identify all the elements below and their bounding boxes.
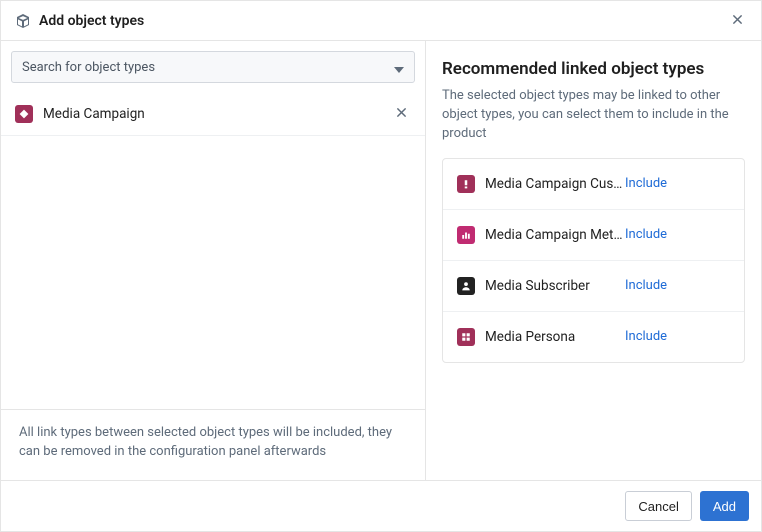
dialog-title: Add object types bbox=[39, 13, 728, 29]
search-wrap: Search for object types bbox=[1, 41, 425, 93]
include-button[interactable]: Include bbox=[625, 227, 667, 242]
right-panel: Recommended linked object types The sele… bbox=[426, 41, 761, 480]
recommended-name: Media Campaign Metrics bbox=[485, 227, 625, 243]
grid-icon bbox=[457, 328, 475, 346]
include-button[interactable]: Include bbox=[625, 176, 667, 191]
cube-icon bbox=[15, 13, 31, 29]
recommended-name: Media Subscriber bbox=[485, 278, 625, 294]
dialog-footer: Cancel Add bbox=[1, 480, 761, 531]
recommended-row: Media SubscriberInclude bbox=[443, 261, 744, 312]
recommended-name: Media Campaign Customer Group bbox=[485, 176, 625, 192]
recommended-row: Media Campaign Customer GroupInclude bbox=[443, 159, 744, 210]
footnote-text: All link types between selected object t… bbox=[1, 409, 425, 480]
dialog-header: Add object types bbox=[1, 1, 761, 41]
cancel-button[interactable]: Cancel bbox=[625, 491, 691, 521]
left-panel: Search for object types Media Campaign A… bbox=[1, 41, 426, 480]
add-button[interactable]: Add bbox=[700, 491, 749, 521]
recommended-list: Media Campaign Customer GroupIncludeMedi… bbox=[442, 158, 745, 363]
add-object-types-dialog: Add object types Search for object types… bbox=[0, 0, 762, 532]
recommended-subtitle: The selected object types may be linked … bbox=[442, 87, 745, 144]
remove-button[interactable] bbox=[392, 103, 411, 125]
chart-icon bbox=[457, 226, 475, 244]
search-placeholder: Search for object types bbox=[22, 60, 394, 75]
search-object-types-select[interactable]: Search for object types bbox=[11, 51, 415, 83]
selected-name: Media Campaign bbox=[43, 106, 392, 122]
exclaim-icon bbox=[457, 175, 475, 193]
recommended-row: Media PersonaInclude bbox=[443, 312, 744, 362]
include-button[interactable]: Include bbox=[625, 329, 667, 344]
selected-row: Media Campaign bbox=[1, 93, 425, 136]
recommended-title: Recommended linked object types bbox=[442, 59, 745, 79]
dialog-body: Search for object types Media Campaign A… bbox=[1, 41, 761, 480]
recommended-row: Media Campaign MetricsInclude bbox=[443, 210, 744, 261]
chevron-down-icon bbox=[394, 58, 404, 77]
recommended-name: Media Persona bbox=[485, 329, 625, 345]
selected-object-types-list: Media Campaign bbox=[1, 93, 425, 409]
diamond-icon bbox=[15, 105, 33, 123]
include-button[interactable]: Include bbox=[625, 278, 667, 293]
person-icon bbox=[457, 277, 475, 295]
close-button[interactable] bbox=[728, 11, 747, 30]
